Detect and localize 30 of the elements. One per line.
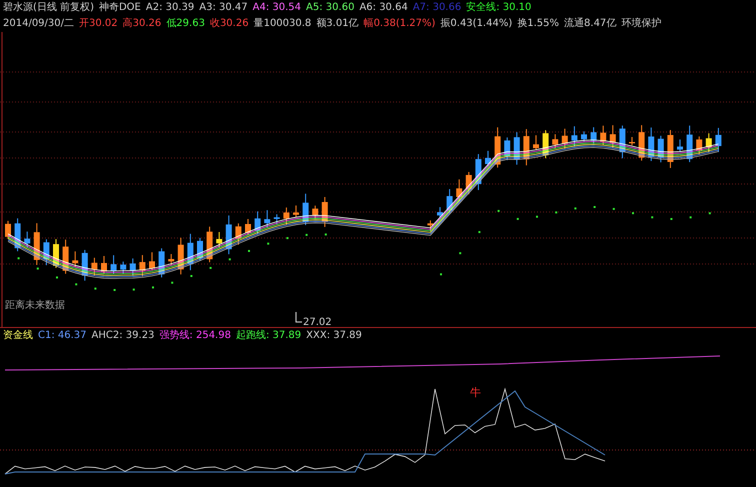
quote-field: 振0.43(1.44%) bbox=[440, 17, 512, 31]
indicator-value: A3: 30.47 bbox=[199, 1, 248, 15]
indicator-value: 安全线: 30.10 bbox=[466, 1, 532, 15]
quote-field: 流通8.47亿 bbox=[564, 17, 616, 31]
quote-field: 2014/09/30/二 bbox=[3, 17, 74, 31]
quote-field: 换1.55% bbox=[517, 17, 560, 31]
chart-title: 碧水源(日线 前复权) bbox=[3, 1, 94, 15]
indicator-value: 强势线: 254.98 bbox=[159, 329, 231, 343]
quote-field: 幅0.38(1.27%) bbox=[364, 17, 436, 31]
indicator-value: XXX: 37.89 bbox=[306, 329, 362, 343]
low-price-label: 27.02 bbox=[296, 312, 332, 328]
quote-field: 量100030.8 bbox=[254, 17, 312, 31]
chart-note: 距离未来数据 bbox=[5, 300, 65, 311]
quote-field: 额3.01亿 bbox=[316, 17, 359, 31]
quote-field: 开30.02 bbox=[79, 17, 118, 31]
indicator-value: A4: 30.54 bbox=[252, 1, 302, 15]
indicator-name: 神奇DOE bbox=[98, 1, 141, 15]
quote-field: 环境保护 bbox=[621, 17, 662, 31]
indicator-value: 起跑线: 37.89 bbox=[236, 329, 302, 343]
indicator-value: A2: 30.39 bbox=[146, 1, 194, 15]
quote-field: 高30.26 bbox=[122, 17, 162, 31]
indicator-value: A5: 30.60 bbox=[306, 1, 354, 15]
indicator-value: A7: 30.66 bbox=[412, 1, 462, 15]
indicator-value: AHC2: 39.23 bbox=[92, 329, 154, 343]
signal-mark: 牛 bbox=[470, 386, 481, 399]
indicator-value: 资金线 bbox=[3, 329, 33, 343]
indicator-value: A6: 30.64 bbox=[359, 1, 408, 15]
quote-field: 低29.63 bbox=[166, 17, 205, 31]
quote-field: 收30.26 bbox=[210, 17, 249, 31]
indicator-value: C1: 46.37 bbox=[38, 329, 87, 343]
